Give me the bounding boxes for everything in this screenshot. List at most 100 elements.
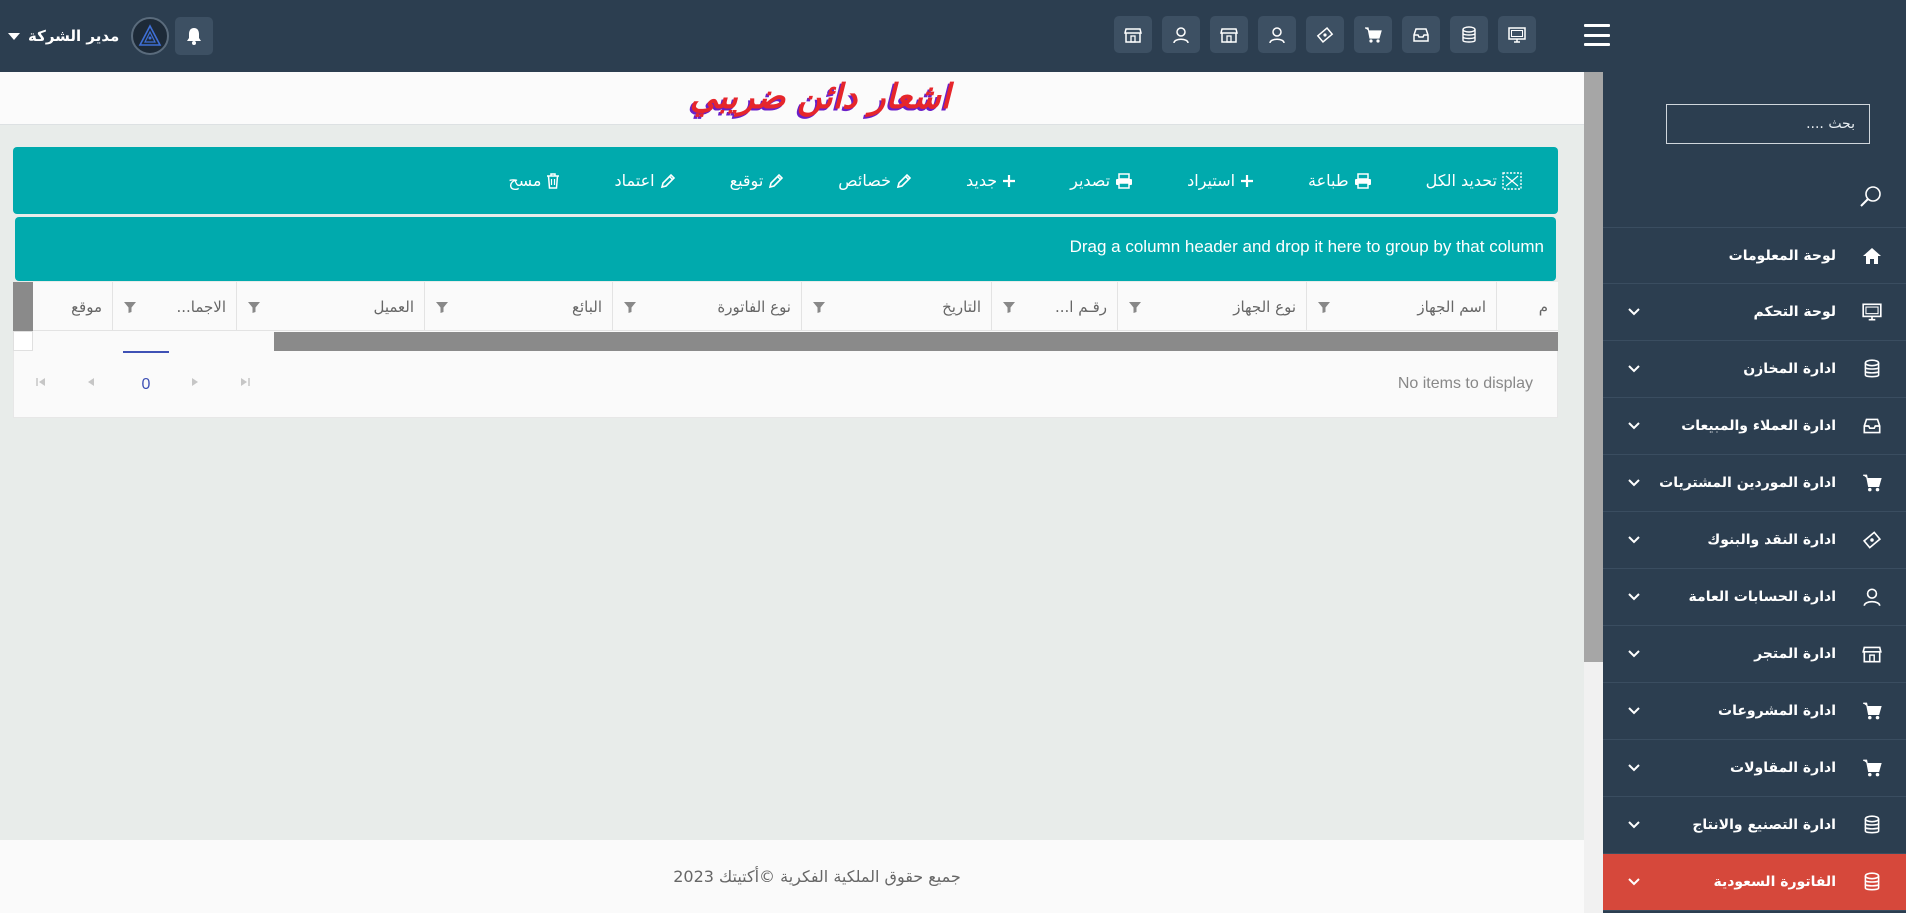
grid-column-header[interactable]: اسم الجهاز	[1306, 282, 1496, 331]
filter-icon[interactable]	[812, 300, 826, 314]
last-page-icon[interactable]	[238, 375, 252, 389]
column-label: التاريخ	[942, 297, 981, 316]
chevron-down-icon[interactable]	[1627, 875, 1641, 889]
grid-column-header[interactable]: م	[1496, 282, 1558, 331]
grid-column-header[interactable]: رقـم ا...	[991, 282, 1117, 331]
store-icon[interactable]	[1210, 16, 1248, 53]
export-button[interactable]: تصدير	[1070, 171, 1133, 190]
filter-icon[interactable]	[1128, 300, 1142, 314]
filter-icon[interactable]	[1317, 300, 1331, 314]
monitor-icon	[1858, 298, 1886, 326]
sidebar-item-label: ادارة المشروعات	[1718, 703, 1836, 719]
chevron-down-icon[interactable]	[1627, 476, 1641, 490]
properties-label: خصائص	[838, 171, 891, 190]
avatar[interactable]	[131, 17, 170, 55]
sidebar-item-contracting[interactable]: ادارة المقاولات	[1603, 740, 1906, 797]
user-icon[interactable]	[1162, 16, 1200, 53]
sign-button[interactable]: توقيع	[730, 171, 785, 190]
logo-icon	[139, 24, 162, 46]
store-icon[interactable]	[1114, 16, 1152, 53]
filter-icon[interactable]	[435, 300, 449, 314]
new-button[interactable]: جديد	[966, 171, 1016, 190]
select-all-label: تحديد الكل	[1425, 171, 1497, 190]
sidebar-item-manufacturing[interactable]: ادارة التصنيع والانتاج	[1603, 797, 1906, 854]
chevron-down-icon[interactable]	[1627, 533, 1641, 547]
chevron-down-icon[interactable]	[1627, 590, 1641, 604]
sidebar-item-saudi-invoice[interactable]: الفاتورة السعودية	[1603, 854, 1906, 911]
cart-icon	[1858, 469, 1886, 497]
grid-column-header[interactable]: العميل	[236, 282, 424, 331]
chevron-down-icon[interactable]	[1627, 305, 1641, 319]
grid-column-header[interactable]: البائع	[424, 282, 612, 331]
current-page[interactable]: 0	[123, 351, 169, 417]
pencil-icon	[896, 173, 912, 188]
ticket-icon	[1858, 526, 1886, 554]
search-icon[interactable]	[1858, 184, 1884, 210]
page-title: اشعار دائن ضريبي	[689, 77, 951, 117]
topbar: مدير الشركة	[0, 0, 1906, 72]
grid-column-header[interactable]: الاجما...	[112, 282, 236, 331]
sidebar-item-label: لوحة المعلومات	[1728, 247, 1836, 264]
copyright-text: جميع حقوق الملكية الفكرية ©أكتيتك 2023	[673, 867, 961, 886]
filter-icon[interactable]	[623, 300, 637, 314]
chevron-down-icon[interactable]	[1627, 419, 1641, 433]
select-all-button[interactable]: تحديد الكل	[1426, 171, 1522, 190]
properties-button[interactable]: خصائص	[838, 171, 912, 190]
pager-info: No items to display	[1397, 375, 1533, 392]
filter-icon[interactable]	[123, 300, 137, 314]
ticket-icon[interactable]	[1306, 16, 1344, 53]
chevron-down-icon[interactable]	[1627, 704, 1641, 718]
chevron-down-icon[interactable]	[1627, 818, 1641, 832]
column-label: البائع	[572, 297, 602, 316]
chevron-down-icon[interactable]	[1627, 362, 1641, 376]
filter-icon[interactable]	[247, 300, 261, 314]
first-page-icon[interactable]	[34, 375, 48, 389]
sidebar-item-projects[interactable]: ادارة المشروعات	[1603, 683, 1906, 740]
grid-column-header[interactable]: نوع الجهاز	[1117, 282, 1306, 331]
column-label: العميل	[373, 297, 414, 316]
sidebar-item-warehouses[interactable]: ادارة المخازن	[1603, 341, 1906, 398]
import-label: استيراد	[1187, 171, 1236, 190]
user-icon[interactable]	[1258, 16, 1296, 53]
approve-button[interactable]: اعتماد	[614, 171, 675, 190]
delete-button[interactable]: مسح	[508, 171, 560, 190]
vertical-scrollbar-thumb[interactable]	[1584, 72, 1603, 662]
sidebar-item-dashboard[interactable]: لوحة المعلومات	[1603, 227, 1906, 284]
grid-column-header[interactable]: نوع الفاتورة	[612, 282, 801, 331]
database-icon[interactable]	[1450, 16, 1488, 53]
pencil-icon	[769, 173, 784, 188]
inbox-icon[interactable]	[1402, 16, 1440, 53]
print-button[interactable]: طباعة	[1308, 171, 1372, 190]
sidebar-item-cash-banks[interactable]: ادارة النقد والبنوك	[1603, 512, 1906, 569]
sidebar-menu: لوحة المعلومات لوحة التحكم ادارة المخازن…	[1603, 227, 1906, 911]
sidebar-item-control-panel[interactable]: لوحة التحكم	[1603, 284, 1906, 341]
cart-icon[interactable]	[1354, 16, 1392, 53]
filter-icon[interactable]	[1002, 300, 1016, 314]
next-page-icon[interactable]	[188, 375, 202, 389]
grid-column-header[interactable]: التاريخ	[801, 282, 991, 331]
caret-down-icon[interactable]	[8, 32, 20, 40]
plus-icon	[1241, 174, 1254, 187]
notifications-button[interactable]	[175, 17, 214, 55]
menu-toggle-icon[interactable]	[1584, 24, 1610, 46]
previous-page-icon[interactable]	[84, 375, 98, 389]
plus-icon	[1003, 174, 1016, 187]
user-name[interactable]: مدير الشركة	[28, 27, 119, 45]
sidebar-search-input[interactable]	[1666, 104, 1870, 144]
chevron-down-icon[interactable]	[1627, 647, 1641, 661]
export-label: تصدير	[1070, 171, 1111, 190]
sidebar-item-general-accounts[interactable]: ادارة الحسابات العامة	[1603, 569, 1906, 626]
monitor-icon[interactable]	[1498, 16, 1536, 53]
horizontal-scrollbar-thumb[interactable]	[274, 332, 1558, 351]
database-icon	[1858, 811, 1886, 839]
user-menu[interactable]: مدير الشركة	[8, 16, 214, 56]
column-label: نوع الجهاز	[1233, 297, 1296, 316]
group-by-panel[interactable]: Drag a column header and drop it here to…	[15, 217, 1556, 281]
chevron-down-icon[interactable]	[1627, 761, 1641, 775]
sidebar-item-label: الفاتورة السعودية	[1713, 874, 1836, 890]
sidebar-item-store[interactable]: ادارة المتجر	[1603, 626, 1906, 683]
import-button[interactable]: استيراد	[1187, 171, 1254, 190]
sidebar-item-suppliers-purchases[interactable]: ادارة الموردين المشتريات	[1603, 455, 1906, 512]
sidebar-item-customers-sales[interactable]: ادارة العملاء والمبيعات	[1603, 398, 1906, 455]
print-label: طباعة	[1308, 171, 1349, 190]
